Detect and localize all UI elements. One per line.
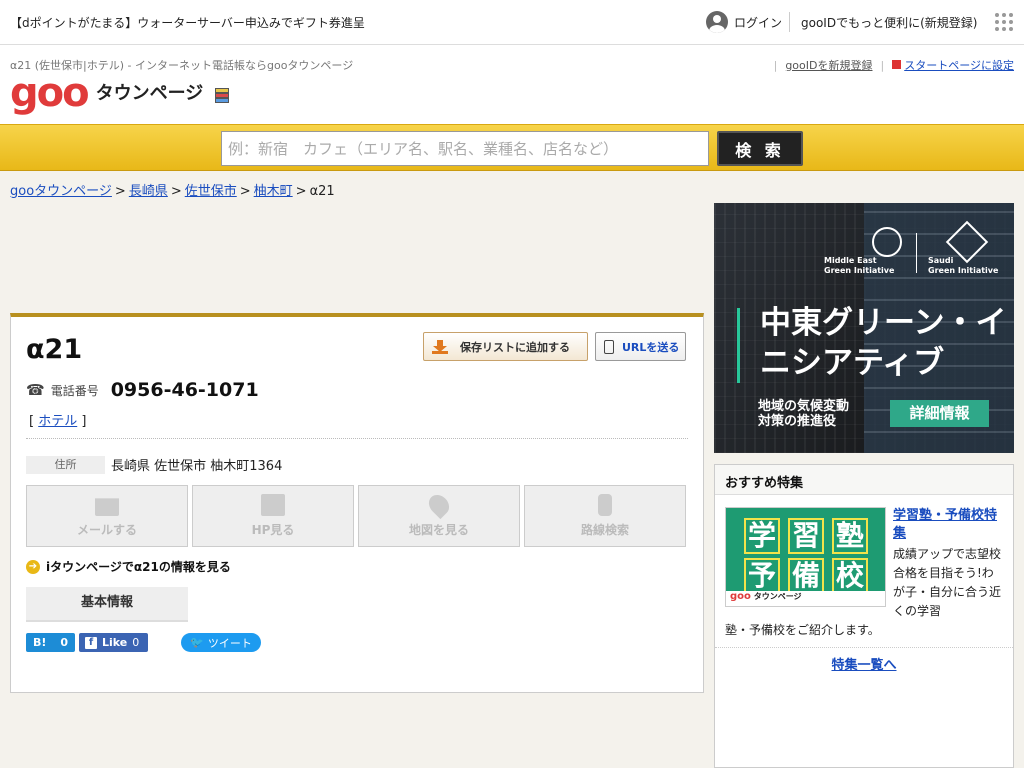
tab-basic-info[interactable]: 基本情報 [26,587,188,622]
startpage-link[interactable]: スタートページに設定 [904,59,1014,72]
ad-headline: 中東グリーン・イニシアティブ [760,305,1007,381]
login-label: ログイン [734,15,783,30]
featured-box: おすすめ特集 学 習 塾 予 備 校 goo タウンページ 学習塾・予備校特集 … [714,464,1014,768]
social-buttons: B! 0 f Like 0 🐦 ツイート [26,633,261,652]
search-band: 検 索 [0,124,1024,171]
breadcrumb-city[interactable]: 佐世保市 [185,184,237,199]
send-url-label: URLを送る [622,340,680,354]
homepage-button[interactable]: HP見る [192,485,354,547]
mobile-phone-icon [604,339,614,354]
header-links: | gooIDを新規登録 | スタートページに設定 [773,57,1014,73]
new-gooid-link[interactable]: gooIDを新規登録 [785,57,872,73]
address-value: 長崎県 佐世保市 柚木町1364 [111,459,283,474]
category-link[interactable]: ホテル [38,414,77,429]
category-row: [ ホテル ] [29,414,87,429]
ad-subtext: 地域の気候変動 対策の推進役 [758,399,850,429]
download-icon [432,339,448,354]
townpage-logo-text: タウンページ [95,83,204,104]
listing-name: α21 [26,334,83,365]
telephone-icon: ☎ [26,381,45,399]
featured-more: 特集一覧へ [715,647,1013,673]
document-icon [261,494,285,516]
phone-number: 0956-46-1071 [110,379,259,401]
dotted-divider [26,438,688,439]
featured-title-link[interactable]: 学習塾・予備校特集 [893,507,1003,543]
breadcrumb-prefecture[interactable]: 長崎県 [129,184,168,199]
goo-logo-text: goo [10,70,90,116]
breadcrumb: gooタウンページ > 長崎県 > 佐世保市 > 柚木町 > α21 [10,184,335,199]
login-button[interactable]: ログイン [706,11,782,33]
top-bar: 【dポイントがたまる】ウォーターサーバー申込みでギフト券進呈 ログイン gooI… [0,0,1024,45]
breadcrumb-town[interactable]: 柚木町 [254,184,293,199]
mgi-emblem-icon [872,227,902,257]
breadcrumb-current: α21 [309,184,335,199]
phonebook-icon [211,85,233,107]
route-search-button[interactable]: 路線検索 [524,485,686,547]
breadcrumb-home[interactable]: gooタウンページ [10,184,112,199]
ad-org-left: Middle East Green Initiative [824,256,895,275]
mail-button[interactable]: メールする [26,485,188,547]
phone-label: 電話番号 [50,383,99,398]
address-label: 住所 [26,455,105,474]
register-link[interactable]: gooIDでもっと便利に(新規登録) [801,14,977,31]
all-features-link[interactable]: 特集一覧へ [831,658,896,673]
site-logo[interactable]: goo タウンページ [10,73,233,113]
facebook-like-button[interactable]: f Like 0 [79,633,148,652]
send-url-button[interactable]: URLを送る [595,332,686,361]
mail-icon [95,498,119,516]
user-avatar-icon [706,11,728,33]
ad-cta-button[interactable]: 詳細情報 [890,400,989,427]
featured-heading: おすすめ特集 [715,465,1013,495]
tweet-button[interactable]: 🐦 ツイート [181,633,261,652]
action-buttons: メールする HP見る 地図を見る 路線検索 [26,485,686,547]
ad-banner[interactable]: Middle East Green Initiative Saudi Green… [714,203,1014,453]
thumbnail-footer: goo タウンページ [726,591,885,606]
listing-card: α21 保存リストに追加する URLを送る ☎ 電話番号 0956-46-107… [10,313,704,693]
featured-description: 成績アップで志望校合格を目指そう!わが子・自分に合う近くの学習 [893,547,1002,618]
search-input[interactable] [221,131,709,166]
itownpage-link[interactable]: ➔ iタウンページでα21の情報を見る [26,558,231,575]
arrow-right-icon: ➔ [26,559,40,574]
save-to-list-label: 保存リストに追加する [460,340,570,354]
phone-row: ☎ 電話番号 0956-46-1071 [26,379,259,401]
featured-thumbnail[interactable]: 学 習 塾 予 備 校 goo タウンページ [725,507,886,607]
hatena-bookmark-button[interactable]: B! 0 [26,633,75,652]
map-button[interactable]: 地図を見る [358,485,520,547]
save-to-list-button[interactable]: 保存リストに追加する [423,332,588,361]
facebook-icon: f [85,636,97,649]
home-icon [892,60,902,69]
site-header: α21 (佐世保市|ホテル) - インターネット電話帳ならgooタウンページ g… [0,45,1024,124]
promo-link[interactable]: 【dポイントがたまる】ウォーターサーバー申込みでギフト券進呈 [10,14,365,31]
ad-org-right: Saudi Green Initiative [928,256,999,275]
divider [789,12,790,32]
search-button[interactable]: 検 索 [717,131,803,166]
train-icon [598,494,612,516]
featured-description-cont: 塾・予備校をご紹介します。 [725,623,880,637]
map-pin-icon [424,490,454,520]
apps-grid-icon[interactable] [995,13,1013,31]
main-content: gooタウンページ > 長崎県 > 佐世保市 > 柚木町 > α21 α21 保存リストに追加す… [0,171,1024,768]
address-row: 住所 長崎県 佐世保市 柚木町1364 [26,455,282,474]
twitter-bird-icon: 🐦 [190,636,204,649]
